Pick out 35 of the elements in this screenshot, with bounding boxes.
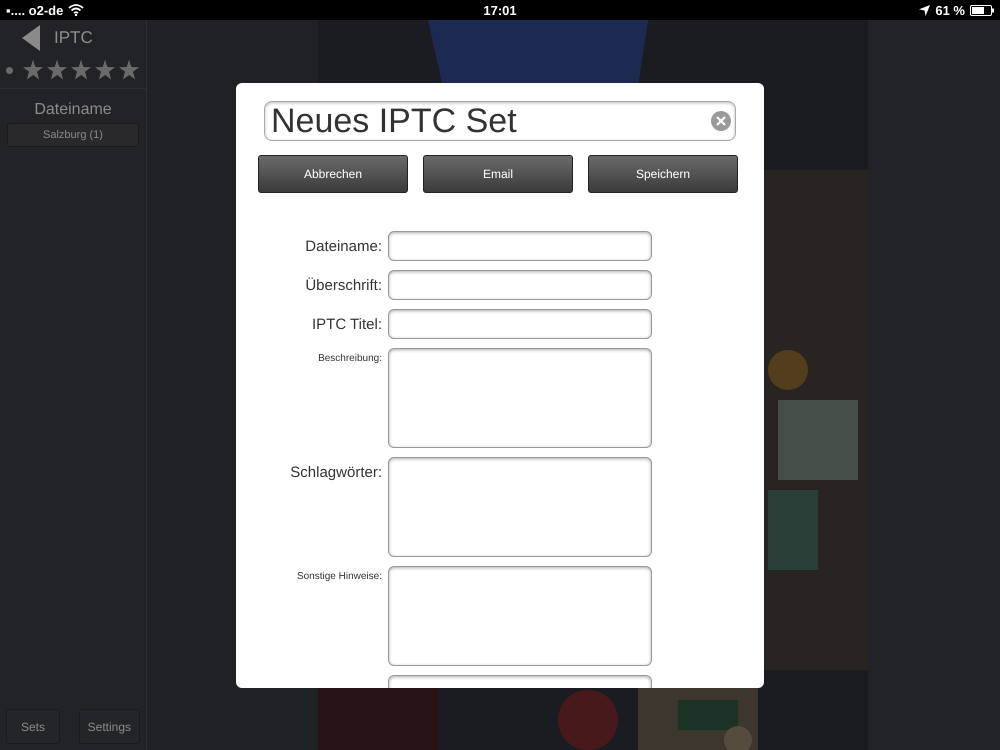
clear-icon[interactable] — [711, 111, 731, 131]
field-label: IPTC Titel: — [312, 316, 382, 333]
location-arrow-icon — [919, 4, 930, 16]
back-icon[interactable] — [22, 25, 40, 51]
sidebar-title: IPTC — [54, 28, 93, 48]
input-field[interactable] — [388, 231, 652, 261]
sidebar-button[interactable]: Settings — [78, 709, 140, 744]
carrier-name: ▪.... o2-de — [6, 2, 64, 18]
star-icon[interactable] — [95, 60, 115, 80]
input-field[interactable] — [388, 457, 652, 557]
star-icon[interactable] — [23, 60, 43, 80]
battery-icon — [970, 4, 994, 16]
input-field[interactable] — [388, 348, 652, 448]
field-label: Sonstige Hinweise: — [296, 571, 382, 582]
dialog-button[interactable]: Email — [423, 155, 573, 193]
input-field[interactable] — [388, 270, 652, 300]
field-label: Schlagwörter: — [290, 464, 382, 481]
field-label: Dateiname: — [305, 238, 382, 255]
input-field[interactable] — [388, 309, 652, 339]
dialog-button[interactable]: Abbrechen — [258, 155, 408, 193]
clock: 17:01 — [483, 2, 517, 18]
sidebar-button[interactable]: Sets — [6, 709, 60, 744]
field-label: Überschrift: — [305, 277, 382, 294]
wifi-icon — [68, 4, 84, 16]
battery-percent: 61 % — [935, 2, 965, 18]
star-icon[interactable] — [47, 60, 67, 80]
section-title: Dateiname — [34, 101, 112, 119]
star-icon[interactable] — [119, 60, 139, 80]
input-field[interactable] — [388, 566, 652, 666]
star-icon[interactable] — [71, 60, 91, 80]
field-label: Beschreibung: — [318, 353, 382, 364]
folder-item[interactable]: Salzburg (1) — [7, 123, 139, 147]
dialog-button[interactable]: Speichern — [588, 155, 738, 193]
title-field[interactable]: Neues IPTC Set — [264, 101, 736, 141]
no-rating-dot[interactable] — [6, 66, 13, 74]
